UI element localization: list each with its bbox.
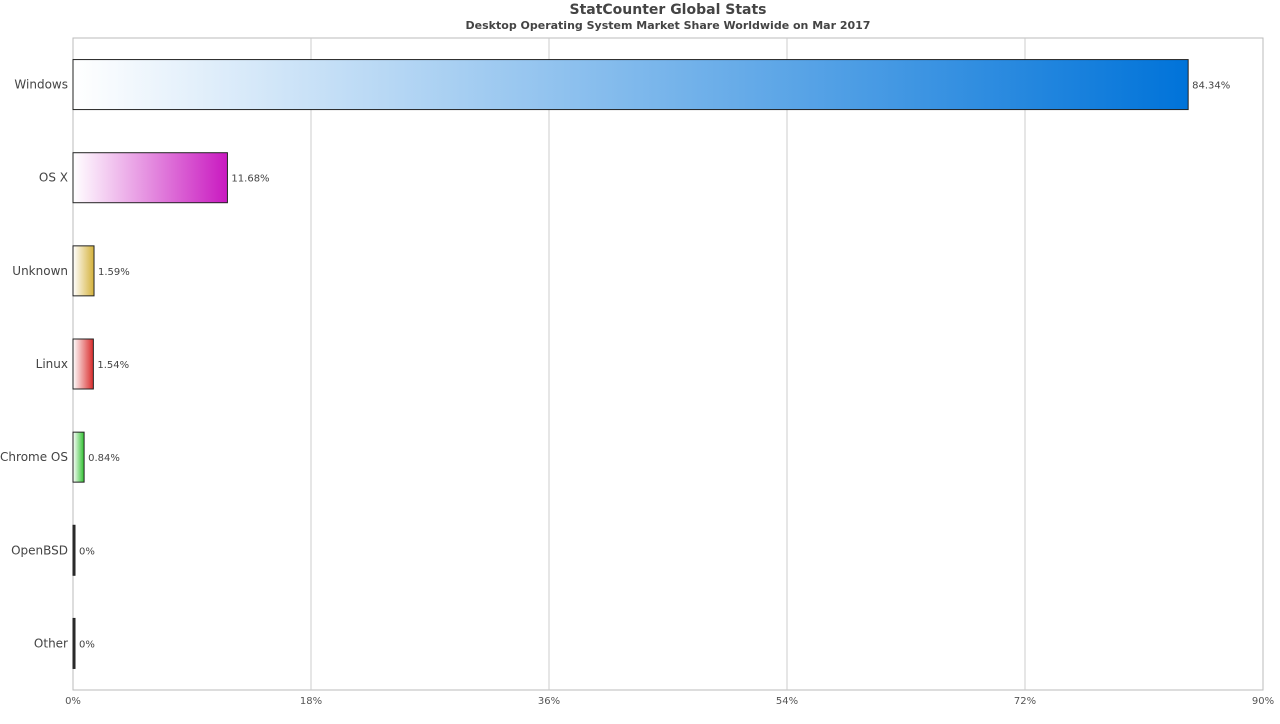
bar <box>72 59 1189 111</box>
x-tick-label: 18% <box>300 696 322 707</box>
value-label: 1.54% <box>97 360 129 371</box>
category-label: Linux <box>36 357 68 371</box>
chart-title: StatCounter Global Stats <box>569 2 766 18</box>
value-label: 1.59% <box>98 267 130 278</box>
x-tick-label: 36% <box>538 696 560 707</box>
category-label: Other <box>34 636 68 650</box>
x-tick-label: 54% <box>776 696 798 707</box>
bar <box>72 431 85 483</box>
bar-chart: StatCounter Global Stats Desktop Operati… <box>0 2 1274 707</box>
bars: Windows 84.34% OS X 11.68% Unknown 1.59% Linux… <box>0 59 1230 669</box>
x-tick-label: 72% <box>1014 696 1036 707</box>
bar <box>72 524 76 576</box>
value-label: 0% <box>79 639 95 650</box>
x-tick-label: 0% <box>65 696 81 707</box>
plot-frame <box>72 37 1264 691</box>
category-label: OS X <box>39 171 68 185</box>
value-label: 84.34% <box>1192 81 1230 92</box>
category-label: Chrome OS <box>0 450 68 464</box>
bar <box>72 617 76 669</box>
bar <box>72 338 94 390</box>
value-label: 11.68% <box>231 174 269 185</box>
bar <box>72 245 95 297</box>
category-label: Windows <box>14 78 68 92</box>
x-tick-label: 90% <box>1252 696 1274 707</box>
value-label: 0.84% <box>88 453 120 464</box>
chart-subtitle: Desktop Operating System Market Share Wo… <box>466 19 871 32</box>
category-label: OpenBSD <box>11 543 68 557</box>
bar <box>72 152 228 204</box>
chart-container: StatCounter Global Stats Desktop Operati… <box>0 0 1280 720</box>
value-label: 0% <box>79 546 95 557</box>
x-axis-ticks: 0% 18% 36% 54% 72% 90% <box>65 696 1274 707</box>
grid-lines <box>310 38 1026 690</box>
category-label: Unknown <box>12 264 68 278</box>
